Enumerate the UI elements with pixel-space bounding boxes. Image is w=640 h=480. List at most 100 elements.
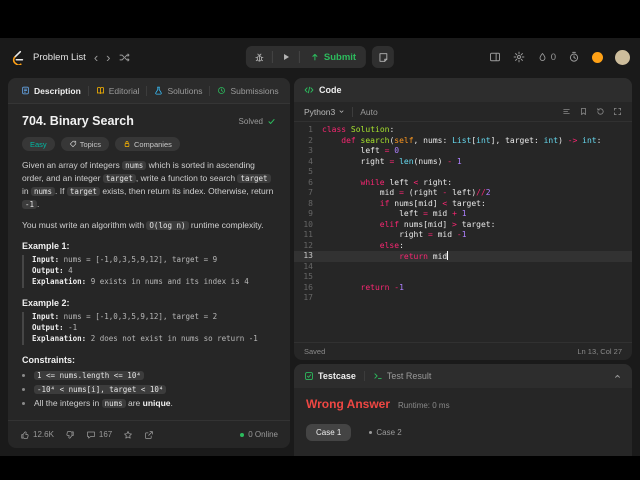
bookmark-icon[interactable]: [579, 107, 588, 116]
thumbs-down-icon: [65, 430, 75, 440]
daily-streak[interactable]: 0: [537, 52, 556, 63]
code-line[interactable]: 5: [294, 167, 632, 178]
code-line[interactable]: 14: [294, 262, 632, 273]
text-cursor: [447, 251, 449, 260]
code-line[interactable]: 11 right = mid -1: [294, 230, 632, 241]
user-avatar[interactable]: [615, 49, 630, 65]
settings-gear-icon[interactable]: [513, 51, 525, 63]
next-problem-button[interactable]: ›: [106, 51, 110, 64]
app-window: Problem List ‹ › Submit 0 Description Ed…: [0, 38, 640, 456]
code-line[interactable]: 2 def search(self, nums: List[int], targ…: [294, 136, 632, 147]
note-icon: [378, 52, 389, 63]
code-line[interactable]: 7 mid = (right - left)//2: [294, 188, 632, 199]
fullscreen-icon[interactable]: [613, 107, 622, 116]
description-icon: [21, 86, 30, 95]
tab-testcase[interactable]: Testcase: [304, 371, 356, 381]
like-button[interactable]: 12.6K: [20, 430, 54, 440]
case-buttons: Case 1 Case 2: [306, 424, 620, 441]
prev-problem-button[interactable]: ‹: [94, 51, 98, 64]
tag-icon: [69, 140, 77, 148]
companies-tag[interactable]: Companies: [114, 137, 180, 151]
debug-button[interactable]: [246, 46, 272, 68]
run-button[interactable]: [273, 46, 299, 68]
line-number: 1: [308, 125, 313, 134]
test-result-panel: Testcase Test Result Wrong Answer Runtim…: [294, 364, 632, 456]
code-panel-title: Code: [319, 85, 342, 95]
format-icon[interactable]: [562, 107, 571, 116]
code-line[interactable]: 15: [294, 272, 632, 283]
notes-button[interactable]: [372, 46, 395, 68]
line-number: 13: [303, 251, 313, 260]
code-line[interactable]: 1 class Solution:: [294, 125, 632, 136]
submit-label: Submit: [323, 51, 357, 63]
description-paragraph: Given an array of integers nums which is…: [22, 160, 274, 209]
problem-paragraphs: Given an array of integers nums which is…: [22, 159, 276, 231]
cursor-position[interactable]: Ln 13, Col 27: [577, 347, 622, 356]
dislike-button[interactable]: [65, 430, 75, 440]
case-button-2[interactable]: Case 2: [359, 424, 411, 441]
testcase-tab-label: Testcase: [318, 371, 356, 381]
code-line[interactable]: 10 elif nums[mid] > target:: [294, 220, 632, 231]
constraints-list: 1 <= nums.length <= 10⁴ -10⁴ < nums[i], t…: [34, 370, 276, 408]
tab-description[interactable]: Description: [14, 78, 88, 103]
leetcode-logo[interactable]: [10, 50, 25, 65]
reset-icon[interactable]: [596, 107, 605, 116]
timer-icon[interactable]: [568, 51, 580, 63]
description-tabbar: Description Editorial Solutions Submissi…: [8, 78, 290, 104]
line-number: 2: [308, 135, 313, 145]
comments-button[interactable]: 167: [86, 430, 112, 440]
play-icon: [281, 52, 291, 62]
problem-description[interactable]: 704. Binary Search Solved Easy Topics Co…: [8, 104, 290, 420]
problem-title: 704. Binary Search: [22, 114, 134, 128]
line-number: 17: [303, 293, 313, 302]
submit-button[interactable]: Submit: [300, 46, 366, 68]
code-line[interactable]: 16 return -1: [294, 283, 632, 294]
favorite-button[interactable]: [123, 430, 133, 440]
difficulty-badge[interactable]: Easy: [22, 137, 55, 151]
auto-complete-toggle[interactable]: Auto: [360, 107, 378, 117]
description-paragraph: You must write an algorithm with O(log n…: [22, 219, 264, 230]
code-line[interactable]: 9 left = mid + 1: [294, 209, 632, 220]
line-number: 6: [308, 177, 313, 187]
shuffle-icon[interactable]: [119, 52, 130, 63]
tab-editorial[interactable]: Editorial: [89, 78, 147, 103]
check-icon: [267, 117, 276, 126]
verdict-label: Wrong Answer: [306, 397, 391, 411]
description-footer: 12.6K 167 0 Online: [8, 420, 290, 448]
code-line[interactable]: 17: [294, 293, 632, 304]
solved-status: Solved: [239, 117, 276, 126]
tab-test-result[interactable]: Test Result: [373, 371, 432, 381]
layout-icon[interactable]: [489, 51, 501, 63]
thumbs-up-icon: [20, 430, 30, 440]
examples: Example 1: Input: nums = [-1,0,3,5,9,12],…: [22, 241, 276, 345]
topics-tag[interactable]: Topics: [60, 137, 109, 151]
save-status: Saved: [304, 347, 326, 356]
share-button[interactable]: [144, 430, 154, 440]
tab-solutions[interactable]: Solutions: [147, 78, 209, 103]
line-number: 9: [308, 209, 313, 218]
code-line[interactable]: 6 while left < right:: [294, 178, 632, 189]
submissions-icon: [217, 86, 226, 95]
code-panel-header: Code: [294, 78, 632, 102]
tab-label: Submissions: [230, 85, 279, 96]
example-block: Input: nums = [-1,0,3,5,9,12], target = …: [22, 312, 276, 345]
tab-submissions[interactable]: Submissions: [210, 78, 285, 103]
code-line[interactable]: 4 right = len(nums) - 1: [294, 157, 632, 168]
code-line[interactable]: 3 left = 0: [294, 146, 632, 157]
code-line[interactable]: 13 return mid: [294, 251, 632, 262]
language-selector[interactable]: Python3: [304, 107, 345, 117]
line-number: 16: [303, 282, 313, 292]
chevron-up-icon[interactable]: [613, 372, 622, 381]
case-button-1[interactable]: Case 1: [306, 424, 352, 441]
code-editor[interactable]: 1 class Solution: 2 def search(self, nums:…: [294, 122, 632, 342]
tab-label: Solutions: [167, 85, 203, 96]
code-line[interactable]: 12 else:: [294, 241, 632, 252]
comment-icon: [86, 430, 96, 440]
lock-icon: [123, 140, 131, 148]
code-line[interactable]: 8 if nums[mid] < target:: [294, 199, 632, 210]
example-label: Example 1:: [22, 241, 70, 252]
problem-list-link[interactable]: Problem List: [33, 52, 86, 63]
test-result-tab-label: Test Result: [386, 371, 432, 381]
share-icon: [144, 430, 154, 440]
premium-icon[interactable]: [592, 51, 603, 63]
